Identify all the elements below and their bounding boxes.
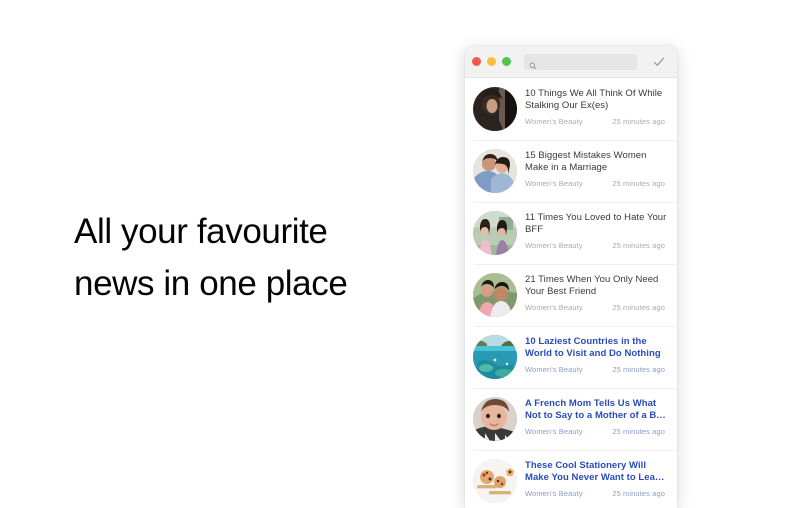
article-title: 21 Times When You Only Need Your Best Fr…	[525, 274, 659, 298]
article-source: Women's Beauty	[525, 426, 583, 436]
article-time: 25 minutes ago	[612, 178, 665, 188]
hero-headline-line-2: news in one place	[74, 264, 348, 303]
list-item[interactable]: 10 Laziest Countries in the World to Vis…	[465, 326, 677, 388]
hero-headline: All your favourite news in one place	[74, 206, 434, 310]
list-item[interactable]: 10 Things We All Think Of While Stalking…	[465, 78, 677, 140]
article-meta: Women's Beauty 25 minutes ago	[525, 303, 669, 312]
article-time: 25 minutes ago	[612, 240, 665, 250]
app-window: 10 Things We All Think Of While Stalking…	[465, 46, 677, 508]
article-source: Women's Beauty	[525, 488, 583, 498]
article-title: 10 Laziest Countries in the World to Vis…	[525, 336, 661, 360]
article-meta: Women's Beauty 25 minutes ago	[525, 427, 669, 436]
list-item[interactable]: 15 Biggest Mistakes Women Make in a Marr…	[465, 140, 677, 202]
article-source: Women's Beauty	[525, 116, 583, 126]
article-title: These Cool Stationery Will Make You Neve…	[525, 460, 665, 484]
article-text: 10 Things We All Think Of While Stalking…	[525, 87, 669, 126]
article-text: 11 Times You Loved to Hate Your BFF Wome…	[525, 211, 669, 250]
article-time: 25 minutes ago	[612, 488, 665, 498]
close-button[interactable]	[472, 57, 481, 66]
traffic-light-group	[472, 57, 511, 66]
article-title: 15 Biggest Mistakes Women Make in a Marr…	[525, 150, 647, 174]
window-titlebar	[465, 46, 677, 78]
list-item[interactable]: A French Mom Tells Us What Not to Say to…	[465, 388, 677, 450]
article-text: These Cool Stationery Will Make You Neve…	[525, 459, 669, 498]
minimize-button[interactable]	[487, 57, 496, 66]
checkmark-icon	[653, 57, 665, 66]
article-meta: Women's Beauty 25 minutes ago	[525, 241, 669, 250]
article-source: Women's Beauty	[525, 240, 583, 250]
article-time: 25 minutes ago	[612, 302, 665, 312]
list-item[interactable]: 21 Times When You Only Need Your Best Fr…	[465, 264, 677, 326]
list-item[interactable]: 11 Times You Loved to Hate Your BFF Wome…	[465, 202, 677, 264]
article-thumbnail	[473, 335, 517, 379]
article-meta: Women's Beauty 25 minutes ago	[525, 117, 669, 126]
article-time: 25 minutes ago	[612, 426, 665, 436]
article-thumbnail	[473, 397, 517, 441]
article-time: 25 minutes ago	[612, 116, 665, 126]
article-thumbnail	[473, 149, 517, 193]
article-meta: Women's Beauty 25 minutes ago	[525, 365, 669, 374]
hero-headline-line-1: All your favourite	[74, 212, 328, 251]
article-text: 21 Times When You Only Need Your Best Fr…	[525, 273, 669, 312]
article-thumbnail	[473, 211, 517, 255]
article-title: 11 Times You Loved to Hate Your BFF	[525, 212, 667, 236]
mark-all-read-button[interactable]	[649, 52, 669, 72]
article-meta: Women's Beauty 25 minutes ago	[525, 179, 669, 188]
zoom-button[interactable]	[502, 57, 511, 66]
article-time: 25 minutes ago	[612, 364, 665, 374]
list-item[interactable]: These Cool Stationery Will Make You Neve…	[465, 450, 677, 508]
article-source: Women's Beauty	[525, 178, 583, 188]
article-title: A French Mom Tells Us What Not to Say to…	[525, 398, 666, 422]
article-title: 10 Things We All Think Of While Stalking…	[525, 88, 663, 112]
article-thumbnail	[473, 273, 517, 317]
article-text: 10 Laziest Countries in the World to Vis…	[525, 335, 669, 374]
article-thumbnail	[473, 459, 517, 503]
search-icon	[529, 57, 537, 70]
search-field[interactable]	[524, 53, 637, 70]
article-list[interactable]: 10 Things We All Think Of While Stalking…	[465, 78, 677, 508]
article-text: A French Mom Tells Us What Not to Say to…	[525, 397, 669, 436]
article-text: 15 Biggest Mistakes Women Make in a Marr…	[525, 149, 669, 188]
search-input[interactable]	[540, 57, 632, 66]
article-source: Women's Beauty	[525, 364, 583, 374]
article-meta: Women's Beauty 25 minutes ago	[525, 489, 669, 498]
article-thumbnail	[473, 87, 517, 131]
article-source: Women's Beauty	[525, 302, 583, 312]
